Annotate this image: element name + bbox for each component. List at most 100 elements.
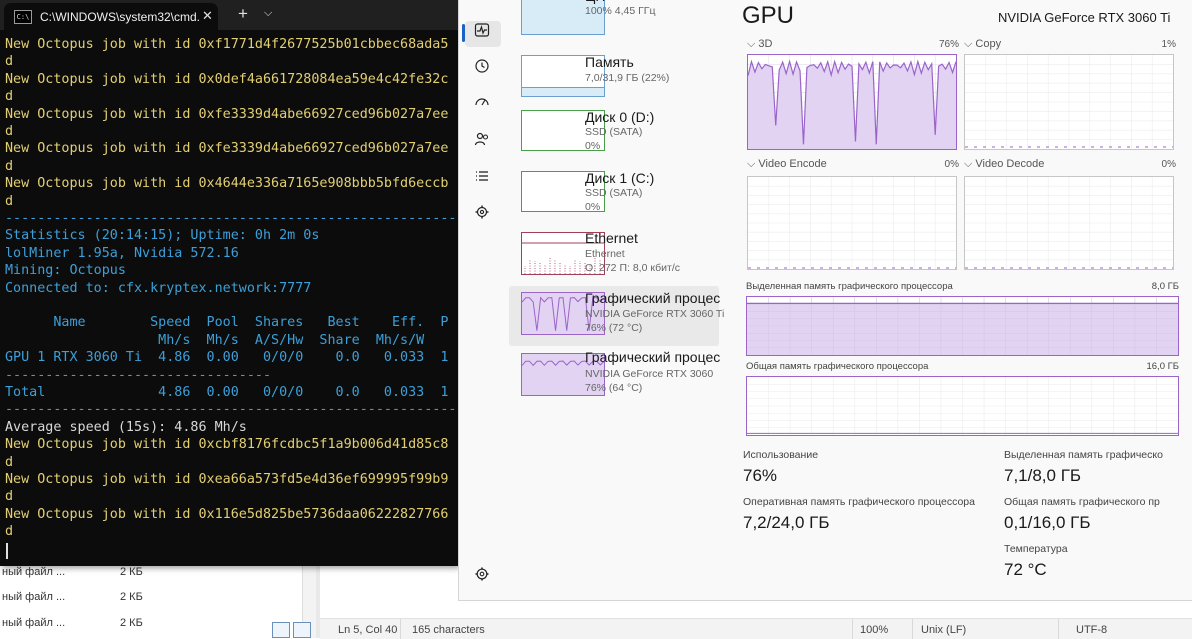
terminal-line: New Octopus job with id 0x116e5d825be573… <box>5 506 449 522</box>
services-icon[interactable] <box>471 204 493 226</box>
engine-percent: 76% <box>938 39 959 50</box>
stat-value-temperature: 72 °C <box>1004 560 1047 579</box>
terminal-line: d <box>5 193 14 209</box>
engine-percent: 1% <box>1161 39 1176 50</box>
terminal-line: Name Speed Pool Shares Best Eff. P <box>5 315 449 331</box>
file-row[interactable]: ный файл ... 2 КБ <box>0 611 300 637</box>
device-detail: SSD (SATA) <box>585 187 643 199</box>
terminal-line: New Octopus job with id 0xea66a573fd5e4d… <box>5 472 449 487</box>
stat-label-dedicated-memory: Выделенная память графическо <box>1004 449 1163 461</box>
device-item-disk-d[interactable]: Диск 0 (D:) SSD (SATA) 0% <box>509 105 719 163</box>
terminal-line: New Octopus job with id 0xfe3339d4abe669… <box>5 141 449 157</box>
terminal-line: d <box>5 489 14 505</box>
engine-label: Video Encode <box>758 158 827 170</box>
zoom-level[interactable]: 100% <box>860 624 888 636</box>
file-row[interactable]: ный файл ... 2 КБ <box>0 585 300 611</box>
terminal-window[interactable]: C:\ C:\WINDOWS\system32\cmd. ✕ + ⌵ New O… <box>0 0 458 566</box>
stat-label-gpu-memory: Оперативная память графического процессо… <box>743 496 975 508</box>
app-history-icon[interactable] <box>471 58 493 80</box>
terminal-line: ----------------------------------------… <box>5 211 458 226</box>
terminal-tab-bar: C:\ C:\WINDOWS\system32\cmd. ✕ + ⌵ <box>0 0 458 30</box>
page-title: GPU <box>742 2 795 29</box>
device-item-cpu[interactable]: ЦП 100% 4,45 ГГц <box>509 0 719 46</box>
terminal-line: GPU 1 RTX 3060 Ti 4.86 0.00 0/0/0 0.0 0.… <box>5 350 449 366</box>
details-icon[interactable] <box>471 168 493 190</box>
device-throughput: О: 272 П: 8,0 кбит/с <box>585 262 681 274</box>
task-manager-window: ЦП 100% 4,45 ГГц Память 7,0/31,9 ГБ (22%… <box>458 0 1192 601</box>
terminal-line: d <box>5 54 14 70</box>
startup-apps-icon[interactable] <box>471 94 493 116</box>
device-item-ethernet[interactable]: Ethernet Ethernet О: 272 П: 8,0 кбит/с <box>509 227 719 285</box>
line-endings[interactable]: Unix (LF) <box>921 624 966 636</box>
terminal-line: New Octopus job with id 0x4644e336a7165e… <box>5 176 449 192</box>
terminal-line: New Octopus job with id 0x0def4a66172808… <box>5 71 449 87</box>
device-usage: 76% (64 °C) <box>585 382 643 394</box>
view-mode-toggle <box>272 622 311 638</box>
users-icon[interactable] <box>471 131 493 153</box>
terminal-tab[interactable]: C:\ C:\WINDOWS\system32\cmd. ✕ <box>4 3 218 30</box>
stat-value-utilization: 76% <box>743 466 778 485</box>
file-size: 2 КБ <box>120 591 143 603</box>
dedicated-memory-max: 8,0 ГБ <box>1151 281 1179 292</box>
terminal-line: New Octopus job with id 0xf1771d4f267752… <box>5 37 449 52</box>
shared-memory-graph <box>746 376 1179 436</box>
device-name: Ethernet <box>585 230 638 246</box>
tab-title: C:\WINDOWS\system32\cmd. <box>40 10 201 24</box>
device-detail: SSD (SATA) <box>585 126 643 138</box>
engine-graph-3d <box>747 54 957 150</box>
engine-selector-video-decode[interactable]: ⌵ Video Decode <box>964 158 1044 171</box>
device-detail: NVIDIA GeForce RTX 3060 Ti <box>585 308 725 320</box>
device-item-disk-c[interactable]: Диск 1 (C:) SSD (SATA) 0% <box>509 166 719 224</box>
character-count: 165 characters <box>412 624 485 636</box>
file-name: ный файл ... <box>2 591 66 603</box>
performance-icon[interactable] <box>471 22 493 44</box>
settings-icon[interactable] <box>471 566 493 588</box>
task-manager-nav <box>459 0 505 600</box>
shared-memory-label: Общая память графического процессора <box>746 361 929 372</box>
device-name: ЦП <box>585 0 605 4</box>
terminal-line: New Octopus job with id 0xfe3339d4abe669… <box>5 106 449 122</box>
device-name: Графический процес <box>585 349 721 365</box>
device-item-memory[interactable]: Память 7,0/31,9 ГБ (22%) <box>509 50 719 108</box>
device-name: Диск 1 (C:) <box>585 170 655 186</box>
terminal-line: d <box>5 454 14 470</box>
gpu-model-name: NVIDIA GeForce RTX 3060 Ti <box>998 10 1171 25</box>
terminal-line: Mining: Octopus <box>5 263 126 279</box>
terminal-line: d <box>5 524 14 540</box>
engine-selector-3d[interactable]: ⌵ 3D <box>747 38 772 51</box>
stat-label-temperature: Температура <box>1004 543 1068 555</box>
details-view-icon[interactable] <box>272 622 290 638</box>
chevron-down-icon[interactable]: ⌵ <box>264 7 272 20</box>
terminal-line: Connected to: cfx.kryptex.network:7777 <box>5 280 312 296</box>
engine-label: Video Decode <box>975 158 1045 170</box>
dedicated-memory-graph <box>746 296 1179 356</box>
terminal-line: ----------------------------------------… <box>5 402 458 418</box>
device-name: Диск 0 (D:) <box>585 109 655 125</box>
device-item-gpu-1[interactable]: Графический процес NVIDIA GeForce RTX 30… <box>509 348 721 406</box>
close-tab-icon[interactable]: ✕ <box>202 8 213 24</box>
notepad-status-bar: Ln 5, Col 40 165 characters 100% Unix (L… <box>320 618 1192 639</box>
engine-selector-video-encode[interactable]: ⌵ Video Encode <box>747 158 827 171</box>
device-detail: 100% 4,45 ГГц <box>585 5 656 17</box>
terminal-output[interactable]: New Octopus job with id 0xf1771d4f267752… <box>0 36 458 566</box>
shared-memory-max: 16,0 ГБ <box>1146 361 1179 372</box>
terminal-line: d <box>5 89 14 105</box>
terminal-line: --------------------------------- <box>5 367 272 383</box>
new-tab-icon[interactable]: + <box>238 4 248 24</box>
text-cursor <box>6 543 8 559</box>
engine-graph-copy <box>964 54 1174 150</box>
engine-percent: 0% <box>944 159 959 170</box>
engine-selector-copy[interactable]: ⌵ Copy <box>964 38 1001 51</box>
stat-value-shared-memory: 0,1/16,0 ГБ <box>1004 513 1091 532</box>
stat-value-dedicated-memory: 7,1/8,0 ГБ <box>1004 466 1082 485</box>
device-item-gpu-0[interactable]: Графический процес NVIDIA GeForce RTX 30… <box>509 286 724 346</box>
device-list: ЦП 100% 4,45 ГГц Память 7,0/31,9 ГБ (22%… <box>505 0 724 600</box>
engine-graph-video-decode <box>964 176 1174 270</box>
file-name: ный файл ... <box>2 617 66 629</box>
engine-label: Copy <box>975 38 1002 50</box>
terminal-line: Average speed (15s): 4.86 Mh/s <box>5 419 247 435</box>
encoding[interactable]: UTF-8 <box>1076 624 1107 636</box>
terminal-line: Mh/s Mh/s A/S/Hw Share Mh/s/W <box>5 332 425 348</box>
tiles-view-icon[interactable] <box>293 622 311 638</box>
dedicated-memory-label: Выделенная память графического процессор… <box>746 281 953 292</box>
